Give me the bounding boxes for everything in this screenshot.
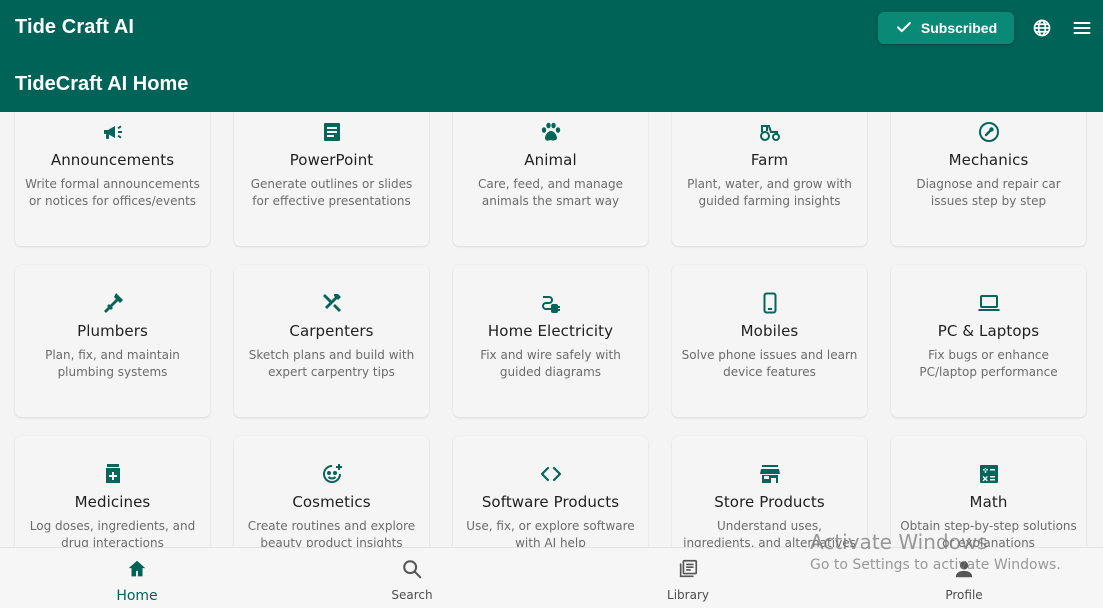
category-card-farm[interactable]: Farm Plant, water, and grow with guided f… [672,112,867,246]
app-brand: Tide Craft AI [15,16,135,38]
home-icon [126,558,148,585]
document-icon [320,120,344,144]
face-icon [320,462,344,486]
phone-icon [758,291,782,315]
card-description: Solve phone issues and learn device feat… [681,348,858,379]
language-icon[interactable] [1032,18,1052,38]
medicine-icon [101,462,125,486]
bottom-navigation: Home Search Library Profile [0,547,1103,608]
card-title: Store Products [714,493,825,511]
card-title: PowerPoint [289,151,374,169]
card-description: Log doses, ingredients, and drug interac… [29,519,196,548]
subscribed-button[interactable]: Subscribed [878,12,1014,44]
category-card-mobiles[interactable]: Mobiles Solve phone issues and learn devi… [672,265,867,417]
card-title: Cosmetics [292,493,371,511]
category-card-mechanics[interactable]: Mechanics Diagnose and repair car issues … [891,112,1086,246]
card-description: Understand uses, ingredients, and altern… [683,519,856,548]
nav-label: Search [391,588,433,602]
card-description: Write formal announcements or notices fo… [25,177,200,208]
search-icon [401,558,423,585]
library-icon [677,558,699,585]
category-card-pc-laptops[interactable]: PC & Laptops Fix bugs or enhance PC/lapto… [891,265,1086,417]
category-card-powerpoint[interactable]: PowerPoint Generate outlines or slides fo… [234,112,429,246]
calculator-icon [977,462,1001,486]
category-card-medicines[interactable]: Medicines Log doses, ingredients, and dru… [15,436,210,548]
category-scroll-area[interactable]: Announcements Write formal announcements … [0,112,1103,548]
card-title: Mechanics [948,151,1029,169]
card-description: Plan, fix, and maintain plumbing systems [45,348,180,379]
wrench-icon [977,120,1001,144]
card-title: PC & Laptops [937,322,1040,340]
card-description: Use, fix, or explore software with AI he… [466,519,635,548]
card-title: Animal [524,151,577,169]
menu-icon[interactable] [1072,18,1092,38]
page-title: TideCraft AI Home [15,73,189,95]
nav-label: Home [116,588,158,604]
card-title: Home Electricity [487,322,614,340]
code-icon [539,462,563,486]
card-title: Carpenters [289,322,374,340]
card-description: Generate outlines or slides for effectiv… [250,177,413,208]
card-description: Fix and wire safely with guided diagrams [480,348,621,379]
nav-label: Library [667,588,709,602]
category-card-math[interactable]: Math Obtain step-by-step solutions or exp… [891,436,1086,548]
category-card-home-electricity[interactable]: Home Electricity Fix and wire safely with… [453,265,648,417]
category-card-animal[interactable]: Animal Care, feed, and manage animals the… [453,112,648,246]
card-description: Obtain step-by-step solutions or explana… [900,519,1077,548]
category-card-cosmetics[interactable]: Cosmetics Create routines and explore bea… [234,436,429,548]
card-title: Mobiles [740,322,799,340]
card-title: Software Products [481,493,620,511]
nav-library[interactable]: Library [588,548,788,608]
card-title: Math [969,493,1008,511]
nav-label: Profile [945,588,983,602]
profile-icon [953,558,975,585]
check-icon [895,18,913,39]
category-card-software-products[interactable]: Software Products Use, fix, or explore so… [453,436,648,548]
category-card-announcements[interactable]: Announcements Write formal announcements … [15,112,210,246]
plug-icon [539,291,563,315]
tools-icon [320,291,344,315]
card-description: Sketch plans and build with expert carpe… [248,348,415,379]
category-card-carpenters[interactable]: Carpenters Sketch plans and build with ex… [234,265,429,417]
tractor-icon [758,120,782,144]
plumbing-icon [101,291,125,315]
card-title: Medicines [74,493,151,511]
paw-icon [539,120,563,144]
category-card-plumbers[interactable]: Plumbers Plan, fix, and maintain plumbing… [15,265,210,417]
app-window: Tide Craft AI TideCraft AI Home Subscrib… [0,0,1103,608]
card-description: Fix bugs or enhance PC/laptop performanc… [919,348,1058,379]
laptop-icon [977,291,1001,315]
nav-search[interactable]: Search [312,548,512,608]
category-card-store-products[interactable]: Store Products Understand uses, ingredien… [672,436,867,548]
card-title: Plumbers [77,322,148,340]
store-icon [758,462,782,486]
category-grid: Announcements Write formal announcements … [15,112,1086,548]
app-header: Tide Craft AI TideCraft AI Home Subscrib… [0,0,1103,112]
nav-home[interactable]: Home [37,548,237,608]
card-title: Announcements [50,151,175,169]
card-description: Care, feed, and manage animals the smart… [477,177,624,208]
card-description: Plant, water, and grow with guided farmi… [687,177,852,208]
nav-profile[interactable]: Profile [864,548,1064,608]
megaphone-icon [101,120,125,144]
card-description: Diagnose and repair car issues step by s… [916,177,1061,208]
subscribed-label: Subscribed [920,20,998,36]
card-description: Create routines and explore beauty produ… [247,519,416,548]
card-title: Farm [750,151,789,169]
